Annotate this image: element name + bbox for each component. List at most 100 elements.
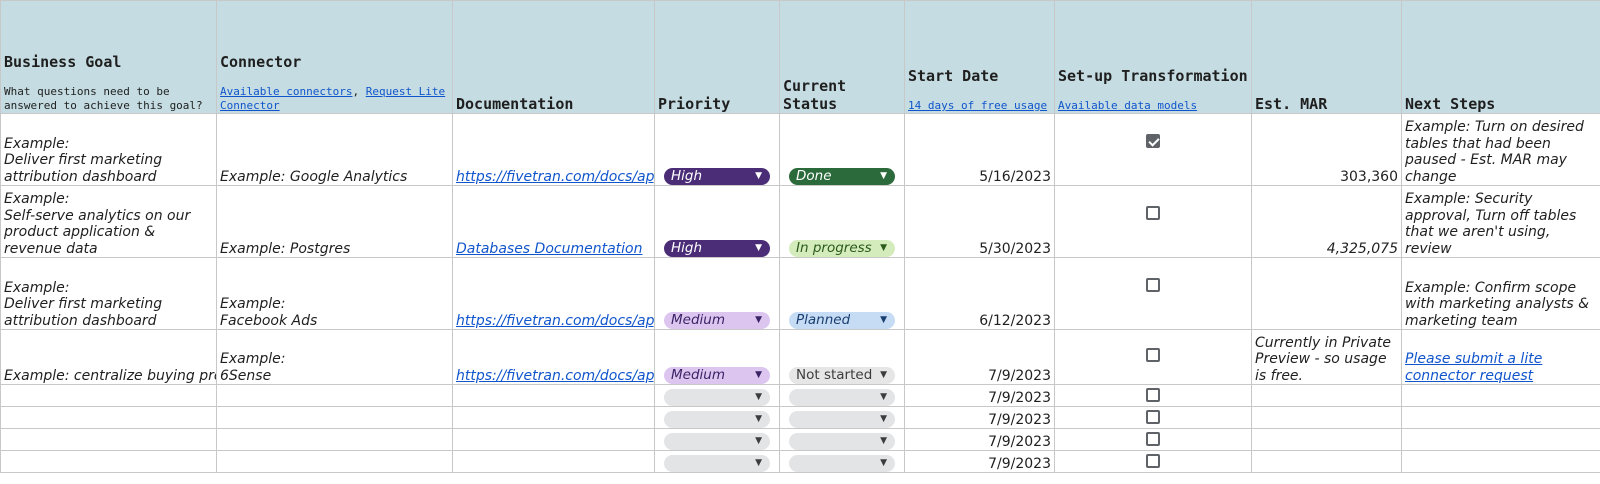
header-next-steps[interactable]: Next Steps xyxy=(1401,0,1600,114)
lite-connector-request-link[interactable]: Please submit a lite connector request xyxy=(1405,351,1542,384)
connector-cell[interactable]: Example: Postgres xyxy=(216,185,453,258)
connector-cell[interactable]: Example: Facebook Ads xyxy=(216,257,453,330)
status-cell[interactable]: Planned ▼ xyxy=(779,257,905,330)
priority-cell[interactable]: Medium ▼ xyxy=(654,257,780,330)
status-cell[interactable]: In progress ▼ xyxy=(779,185,905,258)
setup-checkbox[interactable] xyxy=(1146,431,1160,446)
business-goal-cell[interactable] xyxy=(0,450,217,473)
documentation-link[interactable]: https://fivetran.com/docs/applications/g… xyxy=(456,169,654,185)
priority-cell[interactable]: High ▼ xyxy=(654,185,780,258)
header-start-date[interactable]: Start Date 14 days of free usage xyxy=(904,0,1055,114)
next-steps-cell[interactable] xyxy=(1401,450,1600,473)
documentation-link[interactable]: https://fivetran.com/docs/applications/f… xyxy=(456,313,654,329)
documentation-link[interactable]: Databases Documentation xyxy=(456,241,642,257)
next-steps-cell[interactable] xyxy=(1401,406,1600,429)
start-date-cell[interactable]: 7/9/2023 xyxy=(904,450,1055,473)
status-dropdown[interactable]: ▼ xyxy=(789,389,895,406)
connector-cell[interactable]: Example: 6Sense xyxy=(216,329,453,385)
priority-cell[interactable]: ▼ xyxy=(654,428,780,451)
priority-dropdown[interactable]: ▼ xyxy=(664,411,770,428)
status-cell[interactable]: ▼ xyxy=(779,384,905,407)
start-date-cell[interactable]: 7/9/2023 xyxy=(904,329,1055,385)
priority-dropdown[interactable]: Medium ▼ xyxy=(664,367,770,384)
priority-dropdown[interactable]: High ▼ xyxy=(664,240,770,257)
setup-transformation-cell[interactable] xyxy=(1054,384,1252,407)
documentation-cell[interactable] xyxy=(452,450,655,473)
header-priority[interactable]: Priority xyxy=(654,0,780,114)
status-dropdown[interactable]: Not started ▼ xyxy=(789,367,895,384)
priority-cell[interactable]: ▼ xyxy=(654,406,780,429)
priority-cell[interactable]: ▼ xyxy=(654,384,780,407)
status-cell[interactable]: ▼ xyxy=(779,406,905,429)
business-goal-cell[interactable]: Example: Deliver first marketing attribu… xyxy=(0,257,217,330)
business-goal-cell[interactable]: Example: Self-serve analytics on our pro… xyxy=(0,185,217,258)
priority-dropdown[interactable]: ▼ xyxy=(664,389,770,406)
business-goal-cell[interactable]: Example: Deliver first marketing attribu… xyxy=(0,113,217,186)
setup-checkbox[interactable] xyxy=(1146,387,1160,402)
priority-dropdown[interactable]: High ▼ xyxy=(664,168,770,185)
priority-dropdown[interactable]: Medium ▼ xyxy=(664,312,770,329)
business-goal-cell[interactable]: Example: centralize buying predictions xyxy=(0,329,217,385)
next-steps-cell[interactable] xyxy=(1401,428,1600,451)
priority-dropdown[interactable]: ▼ xyxy=(664,433,770,450)
header-business-goal[interactable]: Business Goal What questions need to be … xyxy=(0,0,217,114)
priority-dropdown[interactable]: ▼ xyxy=(664,455,770,472)
header-documentation[interactable]: Documentation xyxy=(452,0,655,114)
status-dropdown[interactable]: Planned ▼ xyxy=(789,312,895,329)
next-steps-cell[interactable]: Example: Turn on desired tables that had… xyxy=(1401,113,1600,186)
next-steps-cell[interactable] xyxy=(1401,384,1600,407)
free-usage-link[interactable]: 14 days of free usage xyxy=(908,99,1047,112)
start-date-cell[interactable]: 7/9/2023 xyxy=(904,428,1055,451)
status-dropdown[interactable]: Done ▼ xyxy=(789,168,895,185)
header-est-mar[interactable]: Est. MAR xyxy=(1251,0,1402,114)
est-mar-cell[interactable]: 303,360 xyxy=(1251,113,1402,186)
business-goal-cell[interactable] xyxy=(0,428,217,451)
setup-transformation-cell[interactable] xyxy=(1054,406,1252,429)
est-mar-cell[interactable] xyxy=(1251,257,1402,330)
start-date-cell[interactable]: 7/9/2023 xyxy=(904,406,1055,429)
next-steps-cell[interactable]: Please submit a lite connector request xyxy=(1401,329,1600,385)
status-cell[interactable]: ▼ xyxy=(779,428,905,451)
priority-cell[interactable]: ▼ xyxy=(654,450,780,473)
status-dropdown[interactable]: ▼ xyxy=(789,411,895,428)
setup-checkbox[interactable] xyxy=(1146,453,1160,468)
connector-cell[interactable]: Example: Google Analytics xyxy=(216,113,453,186)
documentation-cell[interactable] xyxy=(452,428,655,451)
status-dropdown[interactable]: ▼ xyxy=(789,455,895,472)
header-setup-transformation[interactable]: Set-up Transformation Available data mod… xyxy=(1054,0,1252,114)
connector-cell[interactable] xyxy=(216,450,453,473)
available-connectors-link[interactable]: Available connectors xyxy=(220,85,352,98)
documentation-cell[interactable]: https://fivetran.com/docs/applications/f… xyxy=(452,257,655,330)
status-cell[interactable]: Done ▼ xyxy=(779,113,905,186)
est-mar-cell[interactable] xyxy=(1251,450,1402,473)
setup-transformation-cell[interactable] xyxy=(1054,428,1252,451)
priority-cell[interactable]: Medium ▼ xyxy=(654,329,780,385)
documentation-cell[interactable]: https://fivetran.com/docs/applications/6… xyxy=(452,329,655,385)
status-dropdown[interactable]: ▼ xyxy=(789,433,895,450)
documentation-cell[interactable] xyxy=(452,384,655,407)
next-steps-cell[interactable]: Example: Confirm scope with marketing an… xyxy=(1401,257,1600,330)
documentation-cell[interactable] xyxy=(452,406,655,429)
business-goal-cell[interactable] xyxy=(0,406,217,429)
documentation-cell[interactable]: Databases Documentation xyxy=(452,185,655,258)
start-date-cell[interactable]: 5/16/2023 xyxy=(904,113,1055,186)
start-date-cell[interactable]: 6/12/2023 xyxy=(904,257,1055,330)
header-connector[interactable]: Connector Available connectors, Request … xyxy=(216,0,453,114)
est-mar-cell[interactable] xyxy=(1251,384,1402,407)
start-date-cell[interactable]: 5/30/2023 xyxy=(904,185,1055,258)
est-mar-cell[interactable] xyxy=(1251,406,1402,429)
connector-cell[interactable] xyxy=(216,428,453,451)
setup-checkbox[interactable] xyxy=(1146,206,1160,220)
status-cell[interactable]: ▼ xyxy=(779,450,905,473)
connector-cell[interactable] xyxy=(216,406,453,429)
header-current-status[interactable]: Current Status xyxy=(779,0,905,114)
setup-checkbox[interactable] xyxy=(1146,409,1160,424)
status-dropdown[interactable]: In progress ▼ xyxy=(789,240,895,257)
start-date-cell[interactable]: 7/9/2023 xyxy=(904,384,1055,407)
est-mar-cell[interactable] xyxy=(1251,428,1402,451)
documentation-cell[interactable]: https://fivetran.com/docs/applications/g… xyxy=(452,113,655,186)
available-data-models-link[interactable]: Available data models xyxy=(1058,99,1197,112)
status-cell[interactable]: Not started ▼ xyxy=(779,329,905,385)
priority-cell[interactable]: High ▼ xyxy=(654,113,780,186)
connector-cell[interactable] xyxy=(216,384,453,407)
